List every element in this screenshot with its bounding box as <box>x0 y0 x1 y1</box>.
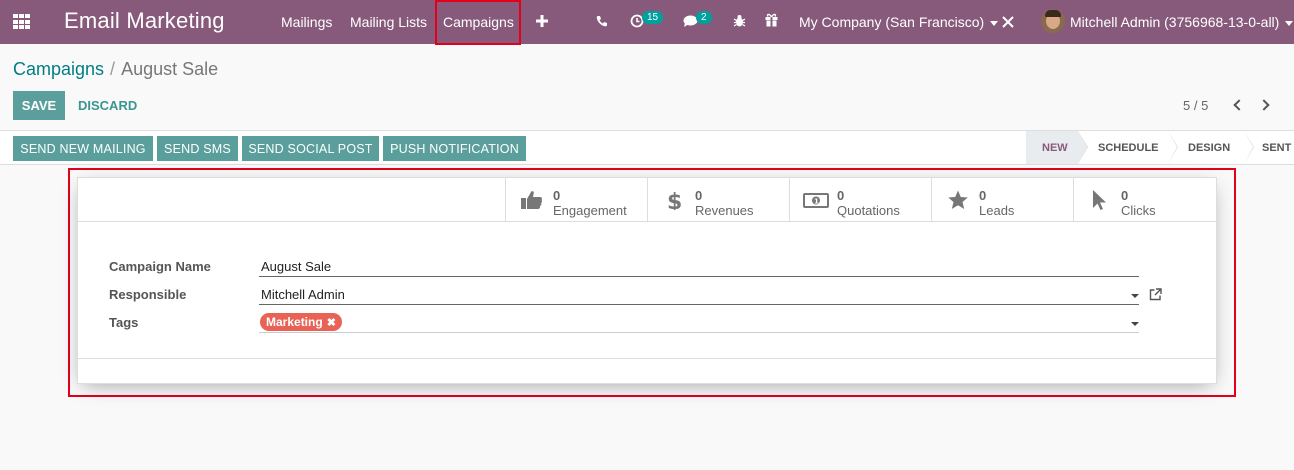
clicks-label: Clicks <box>1121 203 1156 218</box>
send-new-mailing-button[interactable]: SEND NEW MAILING <box>13 136 153 161</box>
stage-design-label: DESIGN <box>1188 141 1231 154</box>
gift-icon[interactable] <box>765 13 778 27</box>
form-sheet: 0 Engagement $ 0 Revenues 1 0 Quotations… <box>77 177 1217 384</box>
message-count-badge: 2 <box>696 11 712 24</box>
user-name: Mitchell Admin (3756968-13-0-all) <box>1070 14 1280 30</box>
tag-remove-icon[interactable]: ✖ <box>327 317 336 329</box>
svg-text:1: 1 <box>814 198 819 206</box>
pager-value[interactable]: 5 / 5 <box>1183 98 1208 113</box>
stage-new[interactable]: NEW <box>1026 131 1088 164</box>
stage-schedule-label: SCHEDULE <box>1098 141 1159 154</box>
tag-badge: Marketing ✖ <box>260 313 342 331</box>
engagement-value: 0 <box>553 188 561 203</box>
quotations-value: 0 <box>837 188 845 203</box>
responsible-field[interactable]: Mitchell Admin <box>259 284 1139 305</box>
send-sms-button[interactable]: SEND SMS <box>157 136 238 161</box>
bug-icon[interactable] <box>733 14 746 28</box>
cursor-icon <box>1093 190 1106 210</box>
company-name: My Company (San Francisco) <box>799 14 985 30</box>
star-icon <box>948 190 968 209</box>
campaign-name-label: Campaign Name <box>109 259 211 274</box>
quotations-stat-button[interactable]: 1 0 Quotations <box>789 178 931 221</box>
revenues-stat-button[interactable]: $ 0 Revenues <box>647 178 789 221</box>
close-debug-icon[interactable] <box>1001 15 1015 29</box>
stage-pipeline: NEW SCHEDULE DESIGN SENT <box>1026 131 1294 164</box>
plus-icon[interactable] <box>536 15 548 27</box>
breadcrumb-current: August Sale <box>121 59 219 79</box>
pager-next-icon[interactable] <box>1258 96 1273 114</box>
engagement-stat-button[interactable]: 0 Engagement <box>505 178 647 221</box>
dollar-icon: $ <box>667 190 682 210</box>
tags-field[interactable] <box>259 312 1139 333</box>
menu-mailing-lists[interactable]: Mailing Lists <box>350 14 427 30</box>
tags-dropdown-icon[interactable] <box>1131 322 1139 326</box>
send-social-post-button[interactable]: SEND SOCIAL POST <box>242 136 379 161</box>
engagement-label: Engagement <box>553 203 627 218</box>
leads-value: 0 <box>979 188 987 203</box>
money-icon: 1 <box>803 193 829 208</box>
save-button[interactable]: SAVE <box>13 91 65 120</box>
tags-label: Tags <box>109 315 139 330</box>
tag-label: Marketing <box>266 315 323 329</box>
top-navbar: Email Marketing Mailings Mailing Lists C… <box>0 0 1294 45</box>
sheet-divider <box>78 358 1216 359</box>
stage-sent-label: SENT <box>1262 141 1292 154</box>
leads-stat-button[interactable]: 0 Leads <box>931 178 1073 221</box>
quotations-label: Quotations <box>837 203 900 218</box>
campaigns-highlight <box>435 0 521 45</box>
smart-button-box: 0 Engagement $ 0 Revenues 1 0 Quotations… <box>78 178 1216 222</box>
campaign-name-field[interactable]: August Sale <box>259 256 1139 277</box>
revenues-label: Revenues <box>695 203 754 218</box>
svg-text:$: $ <box>667 190 682 210</box>
chevron-down-icon <box>1285 20 1294 26</box>
revenues-value: 0 <box>695 188 703 203</box>
stage-schedule[interactable]: SCHEDULE <box>1078 131 1178 164</box>
responsible-dropdown-icon[interactable] <box>1131 294 1139 298</box>
menu-mailings[interactable]: Mailings <box>281 14 332 30</box>
user-menu[interactable]: Mitchell Admin (3756968-13-0-all) <box>1070 14 1294 30</box>
breadcrumb-separator: / <box>110 59 116 79</box>
chevron-down-icon <box>990 20 999 26</box>
clicks-stat-button[interactable]: 0 Clicks <box>1073 178 1215 221</box>
thumbs-up-icon <box>521 191 543 209</box>
breadcrumb: Campaigns / August Sale <box>13 59 218 80</box>
leads-label: Leads <box>979 203 1015 218</box>
avatar[interactable] <box>1041 9 1065 33</box>
breadcrumb-campaigns[interactable]: Campaigns <box>13 59 104 79</box>
push-notification-button[interactable]: PUSH NOTIFICATION <box>383 136 526 161</box>
stage-design[interactable]: DESIGN <box>1168 131 1254 164</box>
clicks-value: 0 <box>1121 188 1129 203</box>
phone-icon[interactable] <box>596 15 608 27</box>
discard-button[interactable]: DISCARD <box>78 98 137 113</box>
app-title: Email Marketing <box>64 8 225 33</box>
apps-menu-icon[interactable] <box>13 14 31 30</box>
form-statusbar: SEND NEW MAILING SEND SMS SEND SOCIAL PO… <box>0 130 1294 165</box>
external-link-icon[interactable] <box>1149 288 1162 301</box>
pager-previous-icon[interactable] <box>1231 96 1245 114</box>
activity-count-badge: 15 <box>642 11 664 24</box>
company-switcher[interactable]: My Company (San Francisco) <box>799 14 999 30</box>
responsible-label: Responsible <box>109 287 187 302</box>
stage-new-label: NEW <box>1042 141 1068 154</box>
